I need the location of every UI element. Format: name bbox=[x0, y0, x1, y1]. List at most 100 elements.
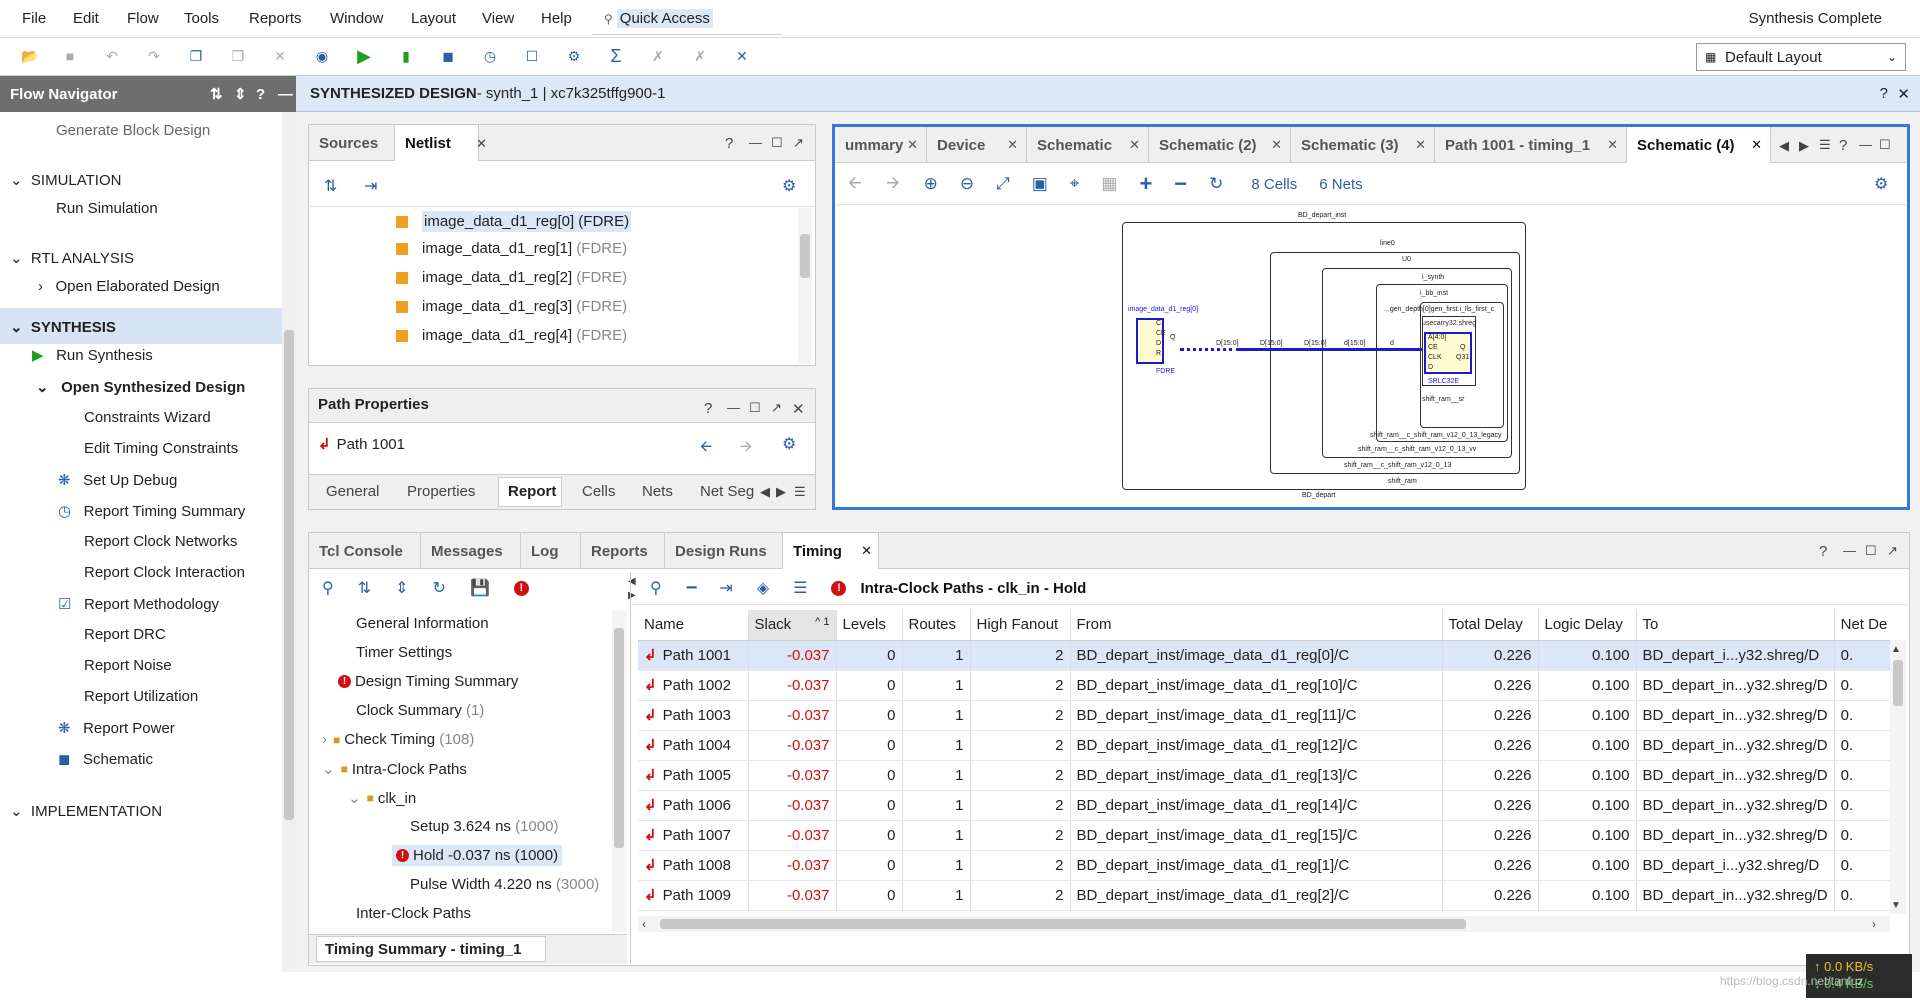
report-methodology[interactable]: ☑ Report Methodology bbox=[58, 595, 219, 613]
col-name[interactable]: Name bbox=[638, 610, 749, 641]
tab-scroll-left-icon[interactable]: ◀ bbox=[1779, 138, 1789, 154]
layout-select[interactable]: ▦ Default Layout ⌄ bbox=[1696, 43, 1906, 71]
tab-properties[interactable]: Properties bbox=[407, 483, 475, 500]
run-simulation[interactable]: Run Simulation bbox=[56, 200, 158, 217]
report-clock-interaction[interactable]: Report Clock Interaction bbox=[84, 564, 245, 581]
settings-icon[interactable]: ⚙ bbox=[782, 434, 796, 454]
scroll-up-icon[interactable]: ▲ bbox=[1891, 644, 1901, 655]
close-icon[interactable]: ✕ bbox=[1897, 85, 1910, 103]
section-simulation[interactable]: ⌄ SIMULATION bbox=[10, 171, 121, 189]
fit-icon[interactable]: ⤢ bbox=[996, 174, 1010, 194]
col-net-delay[interactable]: Net De bbox=[1834, 610, 1894, 641]
tab-summary[interactable]: ummary ✕ bbox=[835, 127, 927, 163]
columns-icon[interactable]: ☰ bbox=[793, 578, 807, 598]
settings-icon[interactable]: ⚙ bbox=[1874, 174, 1888, 194]
col-to[interactable]: To bbox=[1636, 610, 1835, 641]
tab-nets[interactable]: Nets bbox=[642, 483, 673, 500]
schematic-icon[interactable]: ◼ bbox=[438, 46, 458, 66]
report-timing-summary[interactable]: ◷ Report Timing Summary bbox=[58, 502, 245, 520]
schematic-icon[interactable]: ⇥ bbox=[719, 578, 732, 598]
netlist-scrollbar[interactable] bbox=[798, 208, 812, 364]
tab-general[interactable]: General bbox=[326, 483, 379, 500]
table-row[interactable]: ↲ Path 1007 -0.037 0 1 2 BD_depart_inst/image_… bbox=[638, 820, 1894, 851]
table-row[interactable]: ↲ Path 1004 -0.037 0 1 2 BD_depart_inst/image_… bbox=[638, 730, 1894, 761]
tab-schematic[interactable]: Schematic ✕ bbox=[1027, 127, 1149, 163]
report-icon[interactable]: ☐ bbox=[522, 46, 542, 66]
netlist-scroll-thumb[interactable] bbox=[800, 234, 810, 278]
timer-icon[interactable]: ◷ bbox=[480, 46, 500, 66]
table-row[interactable]: ↲ Path 1005 -0.037 0 1 2 BD_depart_inst/image_… bbox=[638, 760, 1894, 791]
save-icon[interactable]: ■ bbox=[60, 46, 80, 66]
table-row[interactable]: ↲ Path 1002 -0.037 0 1 2 BD_depart_inst/image_… bbox=[638, 670, 1894, 701]
back-icon[interactable]: 🡨 bbox=[848, 170, 862, 199]
collapse-all-icon[interactable]: ⇅ bbox=[324, 176, 337, 196]
copy-icon[interactable]: ❐ bbox=[186, 46, 206, 66]
tree-timer-settings[interactable]: Timer Settings bbox=[356, 644, 452, 661]
tab-netlist[interactable]: Netlist bbox=[395, 125, 479, 161]
splitter[interactable] bbox=[630, 572, 631, 964]
netlist-row[interactable]: image_data_d1_reg[1] (FDRE) bbox=[396, 240, 627, 257]
nets-link[interactable]: 6 Nets bbox=[1319, 176, 1362, 193]
col-from[interactable]: From bbox=[1070, 610, 1443, 641]
close-icon[interactable]: ✕ bbox=[1607, 137, 1618, 153]
tab-path-1001[interactable]: Path 1001 - timing_1 ✕ bbox=[1435, 127, 1627, 163]
tab-scroll-right-icon[interactable]: ▶ bbox=[776, 484, 786, 500]
error-icon[interactable]: ! bbox=[513, 580, 529, 596]
tab-timing[interactable]: Timing ✕ bbox=[783, 533, 879, 569]
zoom-out-icon[interactable]: ⊖ bbox=[960, 174, 974, 194]
help-icon[interactable]: ? bbox=[704, 400, 712, 417]
delete-icon[interactable]: ✕ bbox=[270, 46, 290, 66]
minimize-icon[interactable]: — bbox=[278, 86, 293, 103]
wire-ff-out[interactable] bbox=[1180, 348, 1240, 351]
search-icon[interactable]: ⚲ bbox=[322, 578, 334, 598]
program-icon[interactable]: ▮ bbox=[396, 46, 416, 66]
center-icon[interactable]: ⌖ bbox=[1070, 174, 1080, 194]
menu-view[interactable]: View bbox=[482, 10, 514, 27]
close-icon[interactable]: ✕ bbox=[792, 400, 805, 418]
forward-icon[interactable]: 🡪 bbox=[740, 436, 752, 461]
tree-hold[interactable]: ! Hold -0.037 ns (1000) bbox=[392, 845, 563, 866]
tab-tcl-console[interactable]: Tcl Console bbox=[309, 533, 421, 569]
col-routes[interactable]: Routes bbox=[902, 610, 971, 641]
add-icon[interactable]: + bbox=[1139, 171, 1152, 197]
cells-link[interactable]: 8 Cells bbox=[1251, 176, 1297, 193]
col-high-fanout[interactable]: High Fanout bbox=[970, 610, 1071, 641]
tab-menu-icon[interactable]: ☰ bbox=[1819, 137, 1831, 153]
tab-net-seg[interactable]: Net Seg bbox=[700, 483, 754, 500]
section-rtl-analysis[interactable]: ⌄ RTL ANALYSIS bbox=[10, 249, 134, 267]
table-row[interactable]: ↲ Path 1003 -0.037 0 1 2 BD_depart_inst/image_… bbox=[638, 700, 1894, 731]
close-icon[interactable]: ✕ bbox=[907, 137, 918, 153]
schematic-canvas[interactable]: BD_depart_inst BD_depart line0 shift_ram… bbox=[1122, 212, 1616, 499]
minimize-icon[interactable]: — bbox=[727, 400, 740, 415]
tab-schematic-3[interactable]: Schematic (3) ✕ bbox=[1291, 127, 1435, 163]
menu-edit[interactable]: Edit bbox=[73, 10, 99, 27]
netlist-row[interactable]: image_data_d1_reg[3] (FDRE) bbox=[396, 298, 627, 315]
find-icon[interactable]: ◉ bbox=[312, 46, 332, 66]
set-up-debug[interactable]: ❋ Set Up Debug bbox=[58, 471, 177, 489]
run-synthesis[interactable]: ▶ Run Synthesis bbox=[32, 346, 153, 364]
forward-icon[interactable]: 🡪 bbox=[886, 170, 900, 199]
minimize-icon[interactable]: — bbox=[1843, 543, 1856, 558]
close-icon[interactable]: ✕ bbox=[476, 136, 487, 152]
report-drc[interactable]: Report DRC bbox=[84, 626, 166, 643]
close-icon[interactable]: ✕ bbox=[1271, 137, 1282, 153]
paste-icon[interactable]: ❐ bbox=[228, 46, 248, 66]
close-icon[interactable]: ✕ bbox=[1751, 137, 1762, 153]
quick-access-input[interactable]: ⚲ Quick Access bbox=[592, 3, 782, 35]
debug-2-icon[interactable]: ✗ bbox=[690, 46, 710, 66]
tab-schematic-4[interactable]: Schematic (4) ✕ bbox=[1627, 127, 1771, 163]
tab-report[interactable]: Report bbox=[508, 483, 556, 500]
netlist-row[interactable]: image_data_d1_reg[4] (FDRE) bbox=[396, 327, 627, 344]
table-row[interactable]: ↲ Path 1001 -0.037 0 1 2 BD_depart_inst/image_… bbox=[638, 640, 1894, 671]
tab-menu-icon[interactable]: ☰ bbox=[794, 484, 806, 500]
menu-help[interactable]: Help bbox=[541, 10, 572, 27]
wire-d-bus[interactable] bbox=[1240, 348, 1422, 351]
tree-clk-in[interactable]: ⌄ ■ clk_in bbox=[348, 789, 416, 808]
cross-icon[interactable]: ✕ bbox=[732, 46, 752, 66]
tree-inter-clock-paths[interactable]: Inter-Clock Paths bbox=[356, 905, 471, 922]
collapse-icon[interactable]: − bbox=[686, 577, 698, 600]
help-icon[interactable]: ? bbox=[1839, 137, 1847, 154]
refresh-icon[interactable]: ↻ bbox=[1209, 174, 1223, 194]
report-noise[interactable]: Report Noise bbox=[84, 657, 172, 674]
tree-check-timing[interactable]: › ■ Check Timing (108) bbox=[322, 731, 474, 748]
